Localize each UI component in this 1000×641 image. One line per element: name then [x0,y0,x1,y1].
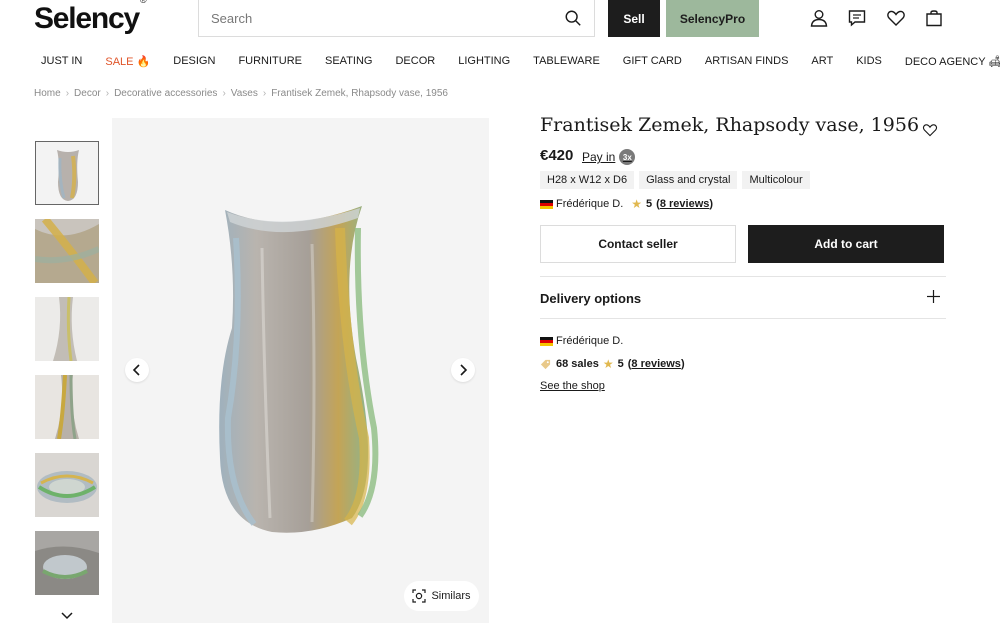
search-input[interactable] [211,10,564,26]
seller-name[interactable]: Frédérique D. [556,198,623,210]
see-the-shop-link[interactable]: See the shop [540,380,605,392]
messages-icon[interactable] [847,8,867,28]
nav-item-seating[interactable]: SEATING [325,55,372,68]
nav-item-design[interactable]: DESIGN [173,55,215,68]
plus-icon[interactable] [926,289,941,304]
breadcrumb-separator: › [262,88,267,99]
chevron-right-icon [460,364,468,376]
chevron-down-icon[interactable] [60,610,74,622]
seller-info: Frédérique D. [540,335,623,347]
rating-value: 5 [646,198,653,210]
product-price: €420 [540,147,574,164]
nav-item-decor[interactable]: DECOR [395,55,435,68]
breadcrumb: Home › Decor › Decorative accessories › … [34,88,448,99]
nav-item-sale[interactable]: SALE 🔥 [105,55,150,68]
seller-rating: 5 [617,358,624,370]
thumbnail-4[interactable] [35,375,99,439]
nav-item-deco-agency[interactable]: DECO AGENCY 🛋 [905,55,1000,68]
logo-text: Selency [34,2,140,35]
reviews-count: 8 reviews [659,198,710,210]
seller-stats: 68 sales ★ 5 (8 reviews) [540,357,685,371]
breadcrumb-decorative-accessories[interactable]: Decorative accessories [114,88,217,99]
logo-registered-mark: ® [140,0,147,5]
visual-search-icon [412,589,427,603]
product-title: Frantisek Zemek, Rhapsody vase, 1956 [540,114,920,136]
similars-label: Similars [431,590,471,602]
selency-pro-button[interactable]: SelencyPro [666,0,759,37]
contact-seller-button[interactable]: Contact seller [540,225,736,263]
seller-info-name[interactable]: Frédérique D. [556,335,623,347]
breadcrumb-current: Frantisek Zemek, Rhapsody vase, 1956 [271,88,448,99]
divider [540,318,946,319]
seller-summary: Frédérique D. ★ 5 (8 reviews) [540,197,713,211]
nav-item-just-in[interactable]: JUST IN [41,55,82,68]
germany-flag-icon [540,199,553,209]
breadcrumb-decor[interactable]: Decor [74,88,101,99]
nav-item-tableware[interactable]: TABLEWARE [533,55,600,68]
star-icon: ★ [631,197,643,211]
main-product-image[interactable] [112,118,489,623]
breadcrumb-separator: › [65,88,70,99]
nav-item-gift-card[interactable]: GIFT CARD [623,55,682,68]
breadcrumb-home[interactable]: Home [34,88,61,99]
thumbnail-6[interactable] [35,531,99,595]
vase-photo [219,206,379,533]
seller-reviews-count: 8 reviews [631,358,681,370]
pay-in-installments-link[interactable]: Pay in 3x [582,149,636,165]
favorite-heart-icon[interactable] [922,122,938,138]
thumbnail-5[interactable] [35,453,99,517]
sell-button[interactable]: Sell [608,0,660,37]
next-image-button[interactable] [451,358,475,382]
add-to-cart-button[interactable]: Add to cart [748,225,944,263]
cart-icon[interactable] [924,8,944,28]
nav-item-furniture[interactable]: FURNITURE [238,55,302,68]
main-nav: JUST IN SALE 🔥 DESIGN FURNITURE SEATING … [41,55,1000,68]
reviews-link[interactable]: (8 reviews) [656,198,713,210]
pay-in-label: Pay in [582,150,616,164]
divider [540,276,946,277]
chevron-left-icon [132,364,140,376]
breadcrumb-separator: › [222,88,226,99]
nav-item-kids[interactable]: KIDS [856,55,882,68]
color-tag: Multicolour [742,171,810,189]
account-icon[interactable] [809,8,829,28]
prev-image-button[interactable] [125,358,149,382]
nav-item-lighting[interactable]: LIGHTING [458,55,510,68]
similars-button[interactable]: Similars [404,581,479,611]
search-icon[interactable] [564,9,582,27]
heart-icon[interactable] [886,8,906,28]
delivery-options-heading[interactable]: Delivery options [540,291,641,306]
thumbnail-3[interactable] [35,297,99,361]
price-tag-icon [540,359,551,369]
germany-flag-icon [540,336,553,346]
material-tag: Glass and crystal [639,171,738,189]
sales-count: 68 sales [556,358,599,370]
breadcrumb-vases[interactable]: Vases [231,88,258,99]
installments-badge: 3x [619,149,636,165]
dimensions-tag: H28 x W12 x D6 [540,171,635,189]
search-bar[interactable] [198,0,595,37]
logo[interactable]: Selency® [34,0,147,36]
nav-item-art[interactable]: ART [811,55,833,68]
nav-item-artisan-finds[interactable]: ARTISAN FINDS [705,55,789,68]
seller-reviews-link[interactable]: (8 reviews) [628,358,685,370]
product-attributes: H28 x W12 x D6 Glass and crystal Multico… [540,171,815,189]
thumbnail-1[interactable] [35,141,99,205]
breadcrumb-separator: › [105,88,110,99]
star-icon: ★ [602,357,614,371]
thumbnail-2[interactable] [35,219,99,283]
